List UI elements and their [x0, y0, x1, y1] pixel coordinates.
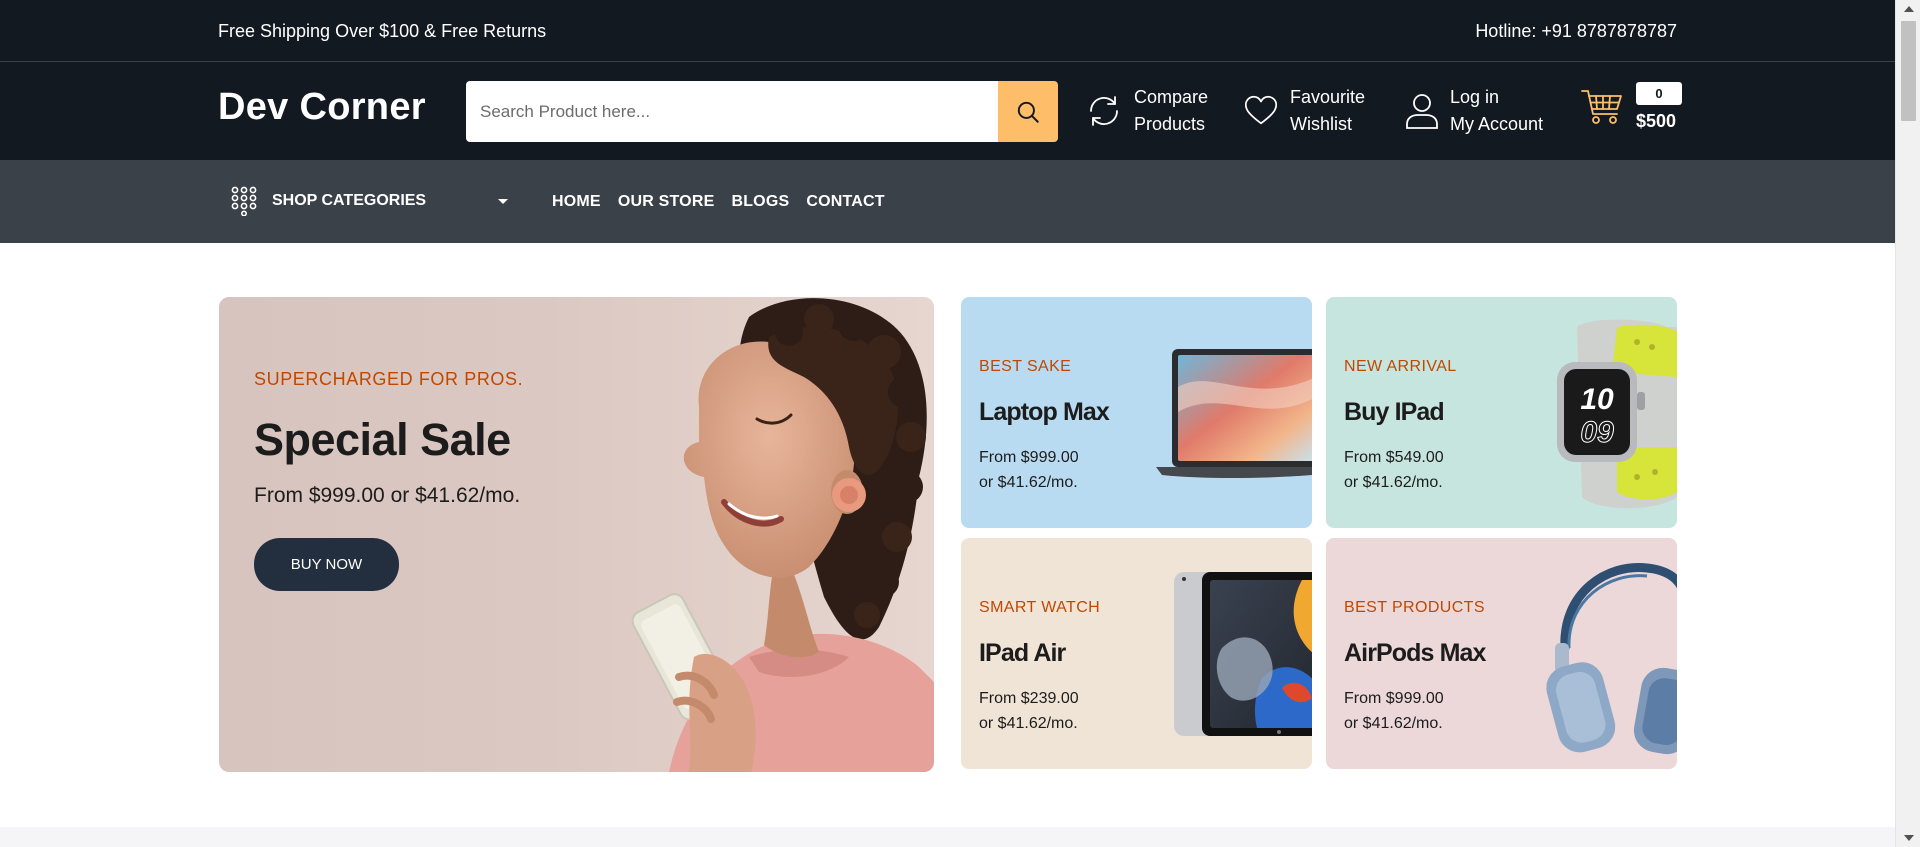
cart-icon — [1581, 90, 1622, 124]
main-menu: HOME OUR STORE BLOGS CONTACT — [552, 160, 885, 243]
nav-home[interactable]: HOME — [552, 193, 601, 211]
cart-total: $500 — [1636, 111, 1677, 131]
svg-text:09: 09 — [1580, 416, 1614, 449]
banner-price: From $999.00 or $41.62/mo. — [254, 484, 521, 507]
shop-categories-dropdown[interactable]: SHOP CATEGORIES — [230, 181, 512, 221]
wishlist-line1: Favourite — [1290, 87, 1366, 107]
search-button[interactable] — [998, 81, 1058, 142]
card-price: From $239.00 or $41.62/mo. — [979, 686, 1100, 736]
card-price: From $999.00 or $41.62/mo. — [979, 445, 1109, 495]
nav-blogs[interactable]: BLOGS — [731, 193, 789, 211]
airpods-card-text: BEST PRODUCTS AirPods Max From $999.00 o… — [1344, 599, 1486, 736]
nav-contact[interactable]: CONTACT — [806, 193, 884, 211]
cart-count-badge: 0 — [1636, 82, 1682, 105]
main-banner-text: SUPERCHARGED FOR PROS. Special Sale From… — [254, 369, 523, 591]
nav-our-store[interactable]: OUR STORE — [618, 193, 715, 211]
wishlist-line2: Wishlist — [1290, 114, 1352, 134]
account-line1: Log in — [1450, 87, 1500, 107]
watch-card-text: NEW ARRIVAL Buy IPad From $549.00 or $41… — [1344, 358, 1457, 495]
promo-card-buy-ipad[interactable]: 10 09 NEW ARRIVAL Buy IPad From $549.00 … — [1326, 297, 1677, 528]
page: Free Shipping Over $100 & Free Returns H… — [0, 0, 1895, 847]
heart-icon — [1244, 95, 1278, 125]
headphones-image — [1546, 562, 1677, 755]
card-title: AirPods Max — [1344, 639, 1486, 667]
smartwatch-image: 10 09 — [1557, 319, 1677, 509]
card-price-line1: From $999.00 — [1344, 690, 1444, 707]
compare-line2: Products — [1134, 114, 1206, 134]
card-kicker: BEST SAKE — [979, 358, 1072, 375]
grid-dots-icon — [231, 186, 257, 216]
laptop-image — [1156, 349, 1312, 478]
card-price: From $549.00 or $41.62/mo. — [1344, 445, 1457, 495]
buy-now-button[interactable]: BUY NOW — [254, 538, 399, 591]
card-title: IPad Air — [979, 639, 1066, 667]
wishlist-link[interactable]: Favourite Wishlist — [1242, 84, 1365, 138]
compare-products-link[interactable]: Compare Products — [1084, 84, 1208, 138]
hotline-link[interactable]: Hotline: +91 8787878787 — [1475, 21, 1677, 42]
site-logo[interactable]: Dev Corner — [218, 86, 426, 129]
shipping-notice: Free Shipping Over $100 & Free Returns — [218, 20, 547, 41]
card-title: Laptop Max — [979, 398, 1110, 426]
scroll-up-arrow-icon[interactable] — [1904, 6, 1914, 12]
card-price-line2: or $41.62/mo. — [979, 474, 1078, 491]
card-price-line2: or $41.62/mo. — [979, 715, 1078, 732]
account-line2: My Account — [1450, 114, 1544, 134]
scrollbar-thumb[interactable] — [1901, 21, 1916, 121]
card-price: From $999.00 or $41.62/mo. — [1344, 686, 1486, 736]
card-price-line1: From $999.00 — [979, 449, 1079, 466]
next-section-strip — [0, 827, 1895, 847]
ipad-card-text: SMART WATCH IPad Air From $239.00 or $41… — [979, 599, 1100, 736]
banner-title: Special Sale — [254, 414, 511, 465]
card-title: Buy IPad — [1344, 398, 1445, 426]
banner-kicker: SUPERCHARGED FOR PROS. — [254, 369, 524, 389]
search-input[interactable] — [466, 81, 998, 142]
search-icon — [1017, 101, 1039, 123]
woman-with-earbud-image — [631, 298, 934, 772]
scroll-down-arrow-icon[interactable] — [1904, 835, 1914, 841]
card-kicker: NEW ARRIVAL — [1344, 358, 1457, 375]
account-link[interactable]: Log in My Account — [1404, 84, 1543, 138]
svg-text:10: 10 — [1580, 383, 1614, 416]
main-header: Dev Corner Compare Prod — [0, 62, 1895, 160]
compare-line1: Compare — [1134, 87, 1209, 107]
promo-card-airpods-max[interactable]: BEST PRODUCTS AirPods Max From $999.00 o… — [1326, 538, 1677, 769]
user-icon — [1406, 94, 1438, 129]
shop-categories-label: SHOP CATEGORIES — [272, 192, 427, 209]
card-kicker: BEST PRODUCTS — [1344, 599, 1485, 616]
card-price-line1: From $549.00 — [1344, 449, 1444, 466]
card-price-line1: From $239.00 — [979, 690, 1079, 707]
laptop-card-text: BEST SAKE Laptop Max From $999.00 or $41… — [979, 358, 1110, 495]
nav-bar: SHOP CATEGORIES HOME OUR STORE BLOGS CON… — [0, 160, 1895, 243]
chevron-down-icon — [498, 198, 508, 204]
cart-link[interactable]: 0 $500 — [1580, 82, 1682, 132]
tablet-image — [1174, 572, 1312, 736]
page-scrollbar[interactable] — [1895, 0, 1920, 847]
top-strip: Free Shipping Over $100 & Free Returns H… — [0, 0, 1895, 62]
promo-card-ipad-air[interactable]: SMART WATCH IPad Air From $239.00 or $41… — [961, 538, 1312, 769]
compare-icon — [1090, 96, 1118, 126]
search-bar — [466, 81, 1058, 142]
card-price-line2: or $41.62/mo. — [1344, 715, 1443, 732]
card-price-line2: or $41.62/mo. — [1344, 474, 1443, 491]
card-kicker: SMART WATCH — [979, 599, 1101, 616]
promo-card-laptop-max[interactable]: BEST SAKE Laptop Max From $999.00 or $41… — [961, 297, 1312, 528]
main-banner[interactable]: SUPERCHARGED FOR PROS. Special Sale From… — [219, 297, 934, 772]
